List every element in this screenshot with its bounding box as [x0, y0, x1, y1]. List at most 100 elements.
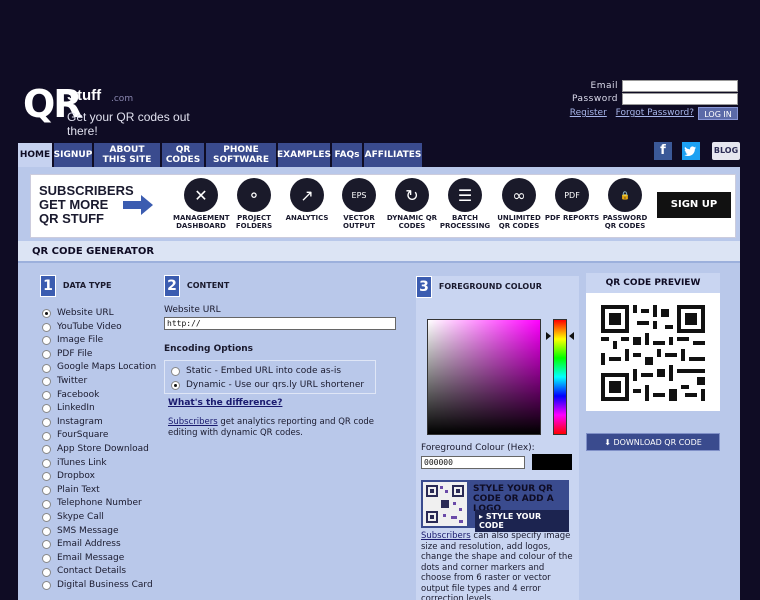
data-type-radio[interactable] [42, 499, 51, 509]
tab-signup[interactable]: SIGNUP [54, 143, 92, 167]
data-type-option[interactable]: Plain Text [42, 484, 156, 498]
data-type-label: FourSquare [57, 430, 109, 441]
subscribers-link[interactable]: Subscribers [168, 417, 218, 427]
data-type-radio[interactable] [42, 431, 51, 441]
data-type-option[interactable]: Digital Business Card [42, 579, 156, 593]
data-type-option[interactable]: Email Address [42, 538, 156, 552]
subscriber-banner[interactable]: SUBSCRIBERS GET MORE QR STUFF ✕ MANAGEMEN… [30, 174, 736, 238]
data-type-radio[interactable] [42, 322, 51, 332]
step-1-title: DATA TYPE [62, 281, 112, 290]
data-type-radio[interactable] [42, 581, 51, 591]
tab-affiliates[interactable]: AFFILIATES [364, 143, 422, 167]
site-logo[interactable]: QR Stuff .com Get your QR codes out ther… [23, 84, 223, 138]
data-type-radio[interactable] [42, 377, 51, 387]
data-type-radio[interactable] [42, 486, 51, 496]
data-type-option[interactable]: Twitter [42, 375, 156, 389]
data-type-radio[interactable] [42, 472, 51, 482]
banner-headline: SUBSCRIBERS GET MORE QR STUFF [39, 183, 134, 226]
feature-lock[interactable]: 🔒 PASSWORD QR CODES [597, 178, 653, 230]
data-type-option[interactable]: Telephone Number [42, 497, 156, 511]
whats-the-difference-link[interactable]: What's the difference? [168, 398, 282, 408]
data-type-radio[interactable] [42, 540, 51, 550]
pdf-icon: PDF [555, 178, 589, 212]
subscriber-note: Subscribers get analytics reporting and … [168, 417, 378, 439]
static-radio[interactable] [171, 366, 180, 376]
feature-tools[interactable]: ✕ MANAGEMENT DASHBOARD [173, 178, 230, 230]
feature-chart[interactable]: ↗ ANALYTICS [279, 178, 335, 222]
data-type-option[interactable]: PDF File [42, 348, 156, 362]
feature-folders[interactable]: ⚬ PROJECT FOLDERS [226, 178, 282, 230]
foreground-hex-label: Foreground Colour (Hex): [421, 443, 535, 453]
forgot-password-link[interactable]: Forgot Password? [616, 108, 694, 118]
foreground-hex-input[interactable]: 000000 [421, 456, 525, 469]
data-type-radio[interactable] [42, 363, 51, 373]
data-type-radio[interactable] [42, 458, 51, 468]
feature-list[interactable]: ☰ BATCH PROCESSING [437, 178, 493, 230]
data-type-option[interactable]: App Store Download [42, 443, 156, 457]
tab-phone-software[interactable]: PHONE SOFTWARE [206, 143, 276, 167]
data-type-radio[interactable] [42, 309, 51, 319]
tab-about[interactable]: ABOUT THIS SITE [94, 143, 160, 167]
step-3-number: 3 [416, 276, 432, 298]
static-option[interactable]: Static - Embed URL into code as-is [171, 366, 341, 376]
data-type-option[interactable]: Facebook [42, 389, 156, 403]
blog-button[interactable]: BLOG [712, 142, 740, 160]
data-type-option[interactable]: Dropbox [42, 470, 156, 484]
download-arrow-icon: ⬇ [604, 438, 611, 447]
fg-subscribers-link[interactable]: Subscribers [421, 531, 471, 541]
tab-home[interactable]: HOME [18, 143, 52, 167]
login-form: Email Password Register Forgot Password?… [538, 80, 738, 120]
feature-eps[interactable]: EPS VECTOR OUTPUT [331, 178, 387, 230]
data-type-option[interactable]: Email Message [42, 552, 156, 566]
download-qr-code-button[interactable]: ⬇ DOWNLOAD QR CODE [586, 433, 720, 451]
data-type-label: PDF File [57, 348, 93, 359]
twitter-bird-icon [684, 146, 696, 156]
data-type-radio[interactable] [42, 526, 51, 536]
data-type-option[interactable]: Instagram [42, 416, 156, 430]
register-link[interactable]: Register [570, 108, 607, 118]
twitter-icon[interactable] [682, 142, 700, 160]
website-url-input[interactable]: http:// [164, 317, 396, 330]
tab-examples[interactable]: EXAMPLES [277, 143, 331, 167]
colour-picker-field[interactable] [427, 319, 541, 435]
feature-infinity[interactable]: ∞ UNLIMITED QR CODES [491, 178, 547, 230]
data-type-option[interactable]: Contact Details [42, 565, 156, 579]
data-type-radio[interactable] [42, 418, 51, 428]
data-type-radio[interactable] [42, 567, 51, 577]
data-type-radio[interactable] [42, 553, 51, 563]
data-type-option[interactable]: FourSquare [42, 429, 156, 443]
feature-label: PROJECT FOLDERS [235, 214, 273, 230]
login-button[interactable]: LOG IN [698, 107, 738, 120]
feature-pdf[interactable]: PDF PDF REPORTS [544, 178, 600, 222]
data-type-option[interactable]: Skype Call [42, 511, 156, 525]
data-type-option[interactable]: Google Maps Location [42, 361, 156, 375]
style-your-code-promo[interactable]: STYLE YOUR QR CODE OR ADD A LOGO ▸ STYLE… [421, 480, 569, 532]
dynamic-option[interactable]: Dynamic - Use our qrs.ly URL shortener [171, 380, 364, 390]
tab-faqs[interactable]: FAQs [332, 143, 362, 167]
facebook-icon[interactable]: f [654, 142, 672, 160]
data-type-option[interactable]: iTunes Link [42, 457, 156, 471]
hue-slider[interactable] [553, 319, 567, 435]
password-field[interactable] [622, 93, 738, 105]
tab-qr-codes[interactable]: QR CODES [162, 143, 204, 167]
email-field[interactable] [622, 80, 738, 92]
data-type-radio[interactable] [42, 390, 51, 400]
data-type-option[interactable]: SMS Message [42, 525, 156, 539]
style-your-code-button[interactable]: ▸ STYLE YOUR CODE [475, 510, 569, 532]
feature-label: UNLIMITED QR CODES [497, 214, 541, 230]
data-type-radio[interactable] [42, 445, 51, 455]
data-type-label: Instagram [57, 416, 103, 427]
data-type-radio[interactable] [42, 350, 51, 360]
data-type-option[interactable]: LinkedIn [42, 402, 156, 416]
data-type-option[interactable]: YouTube Video [42, 321, 156, 335]
sign-up-now-button[interactable]: SIGN UP NOW [657, 192, 731, 236]
data-type-option[interactable]: Website URL [42, 307, 156, 321]
styled-qr-thumbnail [423, 482, 467, 526]
feature-refresh[interactable]: ↻ DYNAMIC QR CODES [384, 178, 440, 230]
data-type-radio[interactable] [42, 404, 51, 414]
data-type-radio[interactable] [42, 336, 51, 346]
dynamic-radio[interactable] [171, 380, 180, 390]
feature-label: ANALYTICS [285, 214, 329, 222]
data-type-radio[interactable] [42, 513, 51, 523]
data-type-option[interactable]: Image File [42, 334, 156, 348]
